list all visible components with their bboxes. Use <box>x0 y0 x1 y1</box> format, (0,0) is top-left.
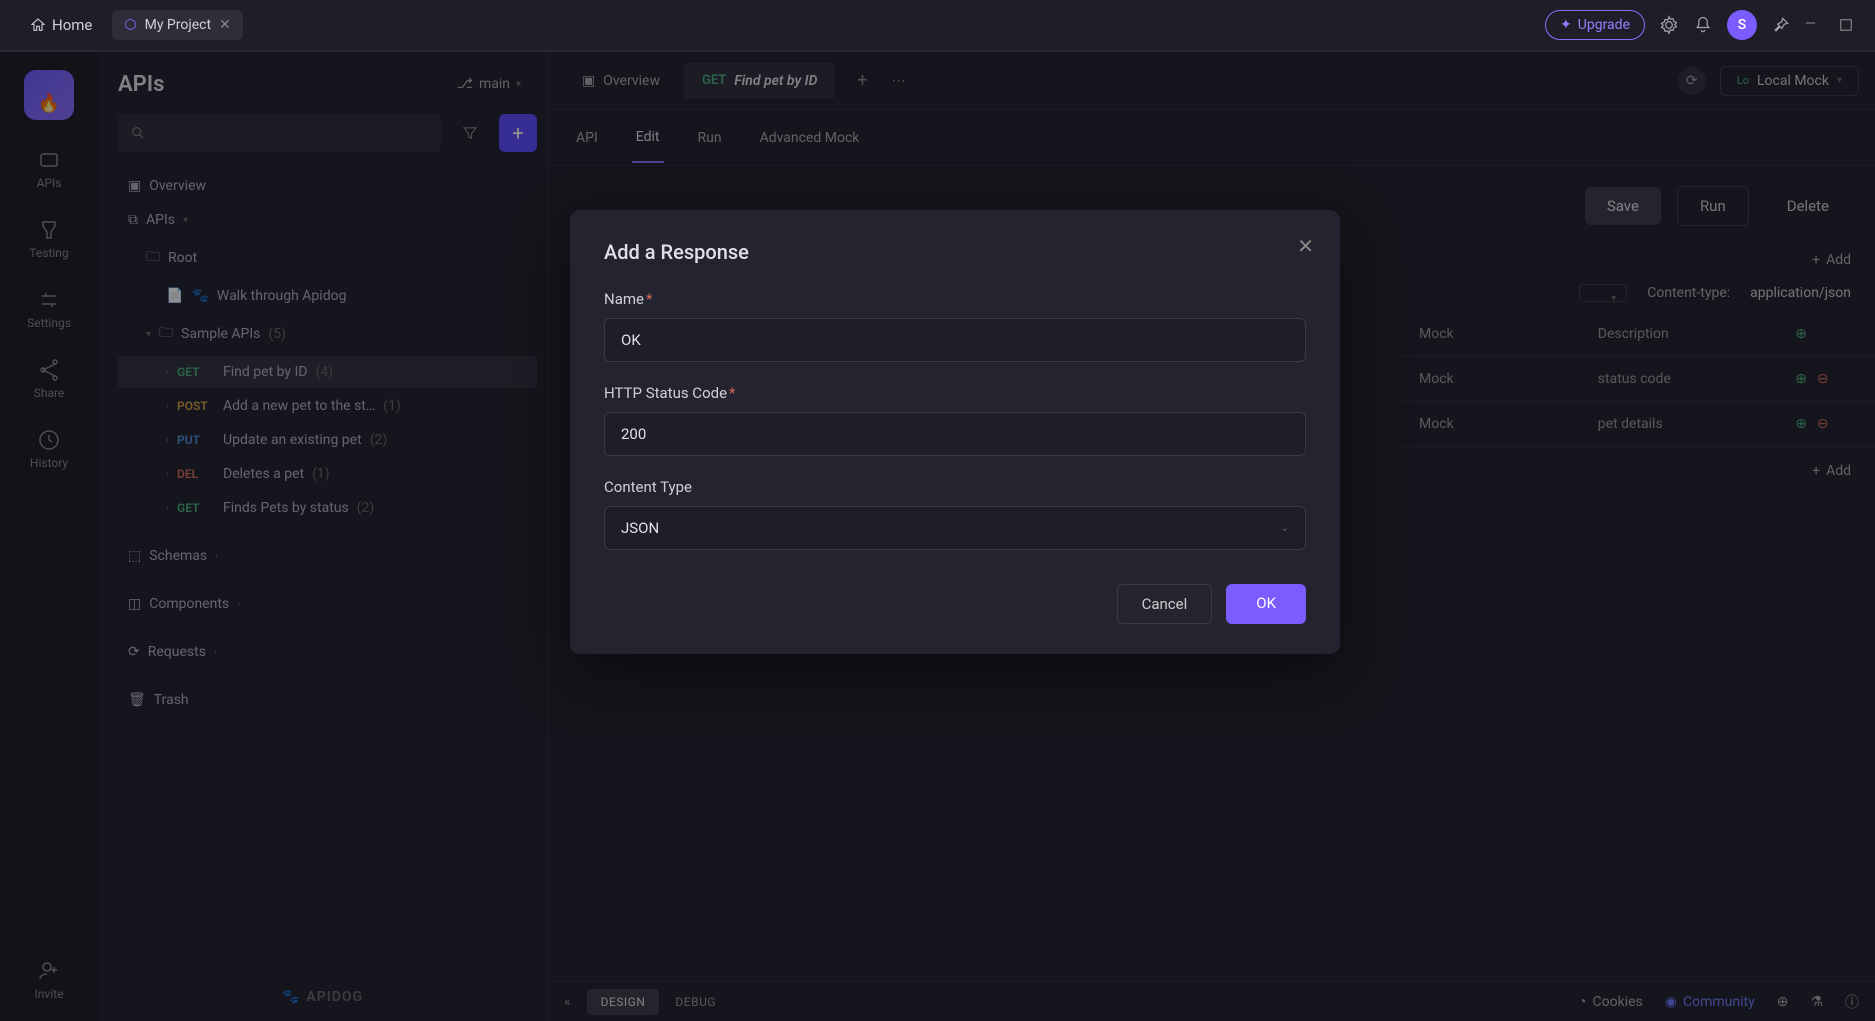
chevron-down-icon: ⌄ <box>1281 523 1289 534</box>
settings-icon[interactable] <box>1659 15 1679 35</box>
name-label: Name* <box>604 290 1306 308</box>
avatar[interactable]: S <box>1727 10 1757 40</box>
modal-title: Add a Response <box>604 240 1306 264</box>
home-button[interactable]: Home <box>20 10 102 40</box>
minimize-icon[interactable]: — <box>1805 16 1823 34</box>
ok-button[interactable]: OK <box>1226 584 1306 624</box>
add-response-modal: Add a Response ✕ Name* HTTP Status Code*… <box>570 210 1340 654</box>
content-type-label: Content Type <box>604 478 1306 496</box>
pin-icon[interactable] <box>1771 15 1791 35</box>
content-type-select[interactable]: JSON ⌄ <box>604 506 1306 550</box>
close-tab-icon[interactable]: ✕ <box>219 17 231 33</box>
close-modal-button[interactable]: ✕ <box>1297 234 1314 258</box>
maximize-icon[interactable] <box>1837 16 1855 34</box>
bell-icon[interactable] <box>1693 15 1713 35</box>
name-input[interactable] <box>604 318 1306 362</box>
status-input[interactable] <box>604 412 1306 456</box>
upgrade-button[interactable]: ✦ Upgrade <box>1545 10 1645 40</box>
hexagon-icon: ⬡ <box>124 17 136 33</box>
titlebar: Home ⬡ My Project ✕ ✦ Upgrade S — <box>0 0 1875 52</box>
cancel-button[interactable]: Cancel <box>1117 584 1213 624</box>
sparkle-icon: ✦ <box>1560 17 1572 33</box>
project-tab[interactable]: ⬡ My Project ✕ <box>112 10 242 40</box>
home-icon <box>30 17 46 33</box>
status-label: HTTP Status Code* <box>604 384 1306 402</box>
